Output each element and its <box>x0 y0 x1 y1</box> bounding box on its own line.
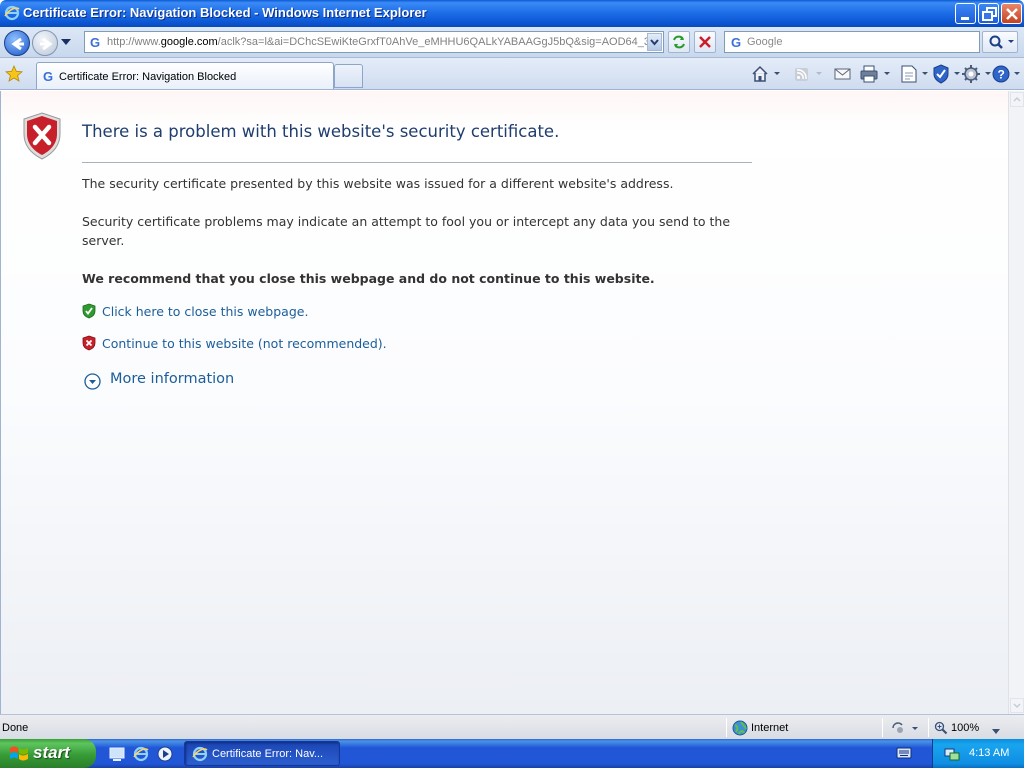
search-placeholder: Google <box>747 36 783 48</box>
shield-error-icon <box>22 112 62 163</box>
quicklaunch-ie-icon[interactable] <box>132 745 150 766</box>
status-separator <box>928 718 929 737</box>
start-button[interactable]: start <box>0 739 96 768</box>
status-separator <box>726 718 727 737</box>
navigation-bar: G http://www.google.com/aclk?sa=l&ai=DCh… <box>0 27 1024 58</box>
vertical-scrollbar[interactable] <box>1008 91 1024 714</box>
read-mail-icon[interactable] <box>832 63 854 85</box>
help-icon[interactable]: ? <box>990 63 1024 85</box>
privacy-report-icon[interactable] <box>890 720 924 739</box>
zone-label: Internet <box>751 722 789 734</box>
google-favicon-icon: G <box>89 35 103 52</box>
red-shield-icon <box>82 335 96 354</box>
more-information-link[interactable]: More information <box>110 371 234 387</box>
ie-taskbar-icon <box>192 746 208 765</box>
svg-text:?: ? <box>998 68 1005 82</box>
google-search-provider-icon: G <box>730 35 744 52</box>
continue-website-link[interactable]: Continue to this website (not recommende… <box>102 336 387 351</box>
refresh-button[interactable] <box>668 31 690 53</box>
network-tray-icon[interactable] <box>943 745 961 766</box>
home-icon[interactable] <box>750 63 784 85</box>
quicklaunch-media-player-icon[interactable] <box>156 745 174 766</box>
zoom-dropdown-icon[interactable] <box>992 725 1000 738</box>
status-separator <box>882 718 883 737</box>
explanation-text: The security certificate presented by th… <box>82 176 674 191</box>
taskbar-item-ie[interactable]: Certificate Error: Nav... <box>184 741 340 766</box>
recommendation-text: We recommend that you close this webpage… <box>82 271 655 286</box>
restore-button[interactable] <box>978 3 999 24</box>
title-divider <box>82 162 752 163</box>
close-button[interactable] <box>1001 3 1022 24</box>
feeds-icon[interactable] <box>792 63 826 85</box>
quicklaunch-desktop-icon[interactable] <box>108 745 126 766</box>
search-box[interactable]: G Google <box>724 31 980 53</box>
minimize-button[interactable] <box>955 3 976 24</box>
scroll-up-button[interactable] <box>1010 92 1024 107</box>
recent-pages-dropdown-icon[interactable] <box>60 37 72 50</box>
scroll-down-button[interactable] <box>1010 698 1024 713</box>
new-tab-button[interactable] <box>334 64 363 88</box>
svg-text:G: G <box>731 35 741 49</box>
stop-button[interactable] <box>694 31 716 53</box>
taskbar-item-label: Certificate Error: Nav... <box>212 748 324 760</box>
page-menu-icon[interactable] <box>898 63 932 85</box>
status-text: Done <box>2 722 29 734</box>
globe-icon <box>732 720 748 739</box>
back-button[interactable] <box>4 30 30 56</box>
tab-bar: G Certificate Error: Navigation Blocked … <box>0 58 1024 90</box>
address-bar[interactable]: G http://www.google.com/aclk?sa=l&ai=DCh… <box>84 31 664 53</box>
close-webpage-link[interactable]: Click here to close this webpage. <box>102 304 308 319</box>
ie-logo-icon <box>4 5 20 21</box>
tools-gear-icon[interactable] <box>960 63 994 85</box>
taskbar: start Certificate Error: Nav... 4:13 AM <box>0 739 1024 768</box>
address-url[interactable]: http://www.google.com/aclk?sa=l&ai=DChcS… <box>107 36 647 48</box>
status-bar: Done Internet 100% <box>0 714 1024 739</box>
windows-flag-icon <box>9 745 29 766</box>
google-tab-favicon-icon: G <box>42 69 56 86</box>
forward-button[interactable] <box>32 30 58 56</box>
tab-certificate-error[interactable]: G Certificate Error: Navigation Blocked <box>36 62 334 89</box>
warning-text: Security certificate problems may indica… <box>82 214 731 248</box>
svg-text:G: G <box>90 35 100 49</box>
page-content: There is a problem with this website's s… <box>0 91 1008 714</box>
address-dropdown-button[interactable] <box>647 33 662 51</box>
clock: 4:13 AM <box>969 747 1010 759</box>
search-button[interactable] <box>982 31 1018 53</box>
zoom-level: 100% <box>951 722 980 734</box>
safety-menu-icon[interactable] <box>930 63 964 85</box>
keyboard-language-icon[interactable] <box>896 747 912 762</box>
page-title: There is a problem with this website's s… <box>82 122 560 141</box>
magnifier-icon <box>934 721 948 735</box>
green-shield-icon <box>82 303 96 322</box>
favorites-star-icon[interactable] <box>5 64 23 86</box>
start-label: start <box>33 743 70 762</box>
svg-text:G: G <box>43 69 53 83</box>
window-title: Certificate Error: Navigation Blocked - … <box>23 5 427 20</box>
tab-label: Certificate Error: Navigation Blocked <box>59 71 237 83</box>
system-tray: 4:13 AM <box>932 739 1024 768</box>
expand-chevron-icon[interactable] <box>84 373 101 393</box>
title-bar[interactable]: Certificate Error: Navigation Blocked - … <box>0 0 1024 27</box>
print-icon[interactable] <box>858 63 892 85</box>
